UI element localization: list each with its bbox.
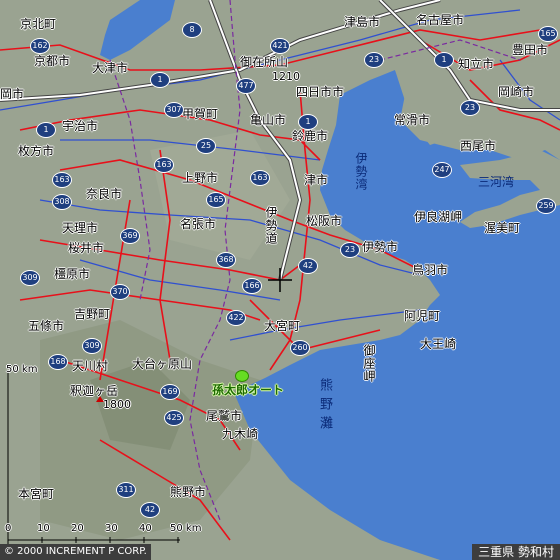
route-shield: 163 (250, 170, 270, 186)
city-label[interactable]: 吉野町 (74, 308, 110, 321)
route-shield: 1 (434, 52, 454, 68)
city-label[interactable]: 天理市 (62, 222, 98, 235)
route-shield: 477 (236, 78, 256, 94)
sea-label: 熊野灘 (317, 378, 332, 435)
city-label[interactable]: 西尾市 (460, 140, 496, 153)
scale-label: 30 (105, 523, 118, 534)
city-label[interactable]: 亀山市 (250, 114, 286, 127)
route-shield: 422 (226, 310, 246, 326)
route-shield: 311 (116, 482, 136, 498)
scale-label: 10 (37, 523, 50, 534)
route-shield: 260 (290, 340, 310, 356)
route-shield: 23 (340, 242, 360, 258)
route-shield: 165 (538, 26, 558, 42)
bay-label: 伊勢湾 (354, 152, 368, 191)
city-label[interactable]: 桜井市 (68, 242, 104, 255)
cape-label[interactable]: 九木崎 (222, 428, 258, 441)
city-label[interactable]: 上野市 (182, 172, 218, 185)
route-shield: 42 (298, 258, 318, 274)
route-shield: 421 (270, 38, 290, 54)
route-shield: 1 (298, 114, 318, 130)
scale-label: 20 (71, 523, 84, 534)
city-label[interactable]: 尾鷲市 (206, 410, 242, 423)
city-label[interactable]: 京北町 (20, 18, 56, 31)
city-label[interactable]: 大宮町 (264, 320, 300, 333)
region-bar: 三重県 勢和村 (472, 544, 560, 560)
city-label[interactable]: 奈良市 (86, 188, 122, 201)
city-label[interactable]: 熊野市 (170, 486, 206, 499)
city-label[interactable]: 豊田市 (512, 44, 548, 57)
route-shield: 23 (460, 100, 480, 116)
city-label[interactable]: 名古屋市 (416, 14, 464, 27)
city-label[interactable]: 津市 (304, 174, 328, 187)
route-shield: 1 (36, 122, 56, 138)
city-label[interactable]: 本宮町 (18, 488, 54, 501)
city-label[interactable]: 橿原市 (54, 268, 90, 281)
route-shield: 42 (140, 502, 160, 518)
route-shield: 163 (154, 157, 174, 173)
cape-label: 御座岬 (362, 344, 376, 383)
peak-label[interactable]: 御在所山 (240, 56, 288, 69)
city-label[interactable]: 大津市 (92, 62, 128, 75)
city-label[interactable]: 伊勢市 (362, 241, 398, 254)
route-shield: 259 (536, 198, 556, 214)
city-label[interactable]: 渥美町 (484, 222, 520, 235)
route-shield: 163 (52, 172, 72, 188)
scale-label: 50 km (6, 364, 38, 375)
city-label[interactable]: 鳥羽市 (412, 264, 448, 277)
city-label[interactable]: 京都市 (34, 55, 70, 68)
route-shield: 168 (48, 354, 68, 370)
city-label[interactable]: 津島市 (344, 16, 380, 29)
route-shield: 309 (20, 270, 40, 286)
city-label[interactable]: 常滑市 (394, 114, 430, 127)
road-label: 伊勢道 (264, 206, 278, 245)
scale-label: 50 km (170, 523, 202, 534)
city-label[interactable]: 四日市市 (296, 86, 344, 99)
route-shield: 425 (164, 410, 184, 426)
route-shield: 166 (242, 278, 262, 294)
route-shield: 169 (160, 384, 180, 400)
peak-label[interactable]: 釈迦ヶ岳 (70, 385, 118, 398)
route-shield: 25 (196, 138, 216, 154)
route-shield: 1 (150, 72, 170, 88)
peak-label[interactable]: 大台ヶ原山 (132, 358, 192, 371)
city-label[interactable]: 枚方市 (18, 145, 54, 158)
copyright-bar: © 2000 INCREMENT P CORP. (0, 544, 151, 560)
city-label[interactable]: 甲賀町 (182, 108, 218, 121)
city-label[interactable]: 岡市 (0, 88, 24, 101)
scale-label: 40 (139, 523, 152, 534)
route-shield: 370 (110, 284, 130, 300)
route-shield: 309 (82, 338, 102, 354)
city-label[interactable]: 天川村 (72, 360, 108, 373)
city-label[interactable]: 岡崎市 (498, 86, 534, 99)
cape-label[interactable]: 大王崎 (420, 338, 456, 351)
scale-label: 0 (5, 523, 12, 534)
route-shield: 165 (206, 192, 226, 208)
route-shield: 307 (164, 102, 184, 118)
city-label[interactable]: 五條市 (28, 320, 64, 333)
route-shield: 23 (364, 52, 384, 68)
cape-label[interactable]: 伊良湖岬 (414, 211, 462, 224)
poi-label[interactable]: 孫太郎オート (212, 381, 284, 398)
city-label[interactable]: 松阪市 (306, 215, 342, 228)
city-label[interactable]: 鈴鹿市 (292, 130, 328, 143)
route-shield: 368 (216, 252, 236, 268)
bay-label: 三河湾 (478, 175, 515, 189)
elevation-label: 1800 (103, 398, 131, 411)
route-shield: 369 (120, 228, 140, 244)
city-label[interactable]: 名張市 (180, 218, 216, 231)
map-canvas[interactable]: 京北町 京都市 大津市 宇治市 枚方市 奈良市 天理市 桜井市 橿原市 五條市 … (0, 0, 560, 560)
route-shield: 247 (432, 162, 452, 178)
city-label[interactable]: 宇治市 (62, 120, 98, 133)
elevation-label: 1210 (272, 70, 300, 83)
route-shield: 308 (52, 194, 72, 210)
city-label[interactable]: 阿児町 (404, 310, 440, 323)
city-label[interactable]: 知立市 (458, 58, 494, 71)
route-shield: 8 (182, 22, 202, 38)
route-shield: 162 (30, 38, 50, 54)
